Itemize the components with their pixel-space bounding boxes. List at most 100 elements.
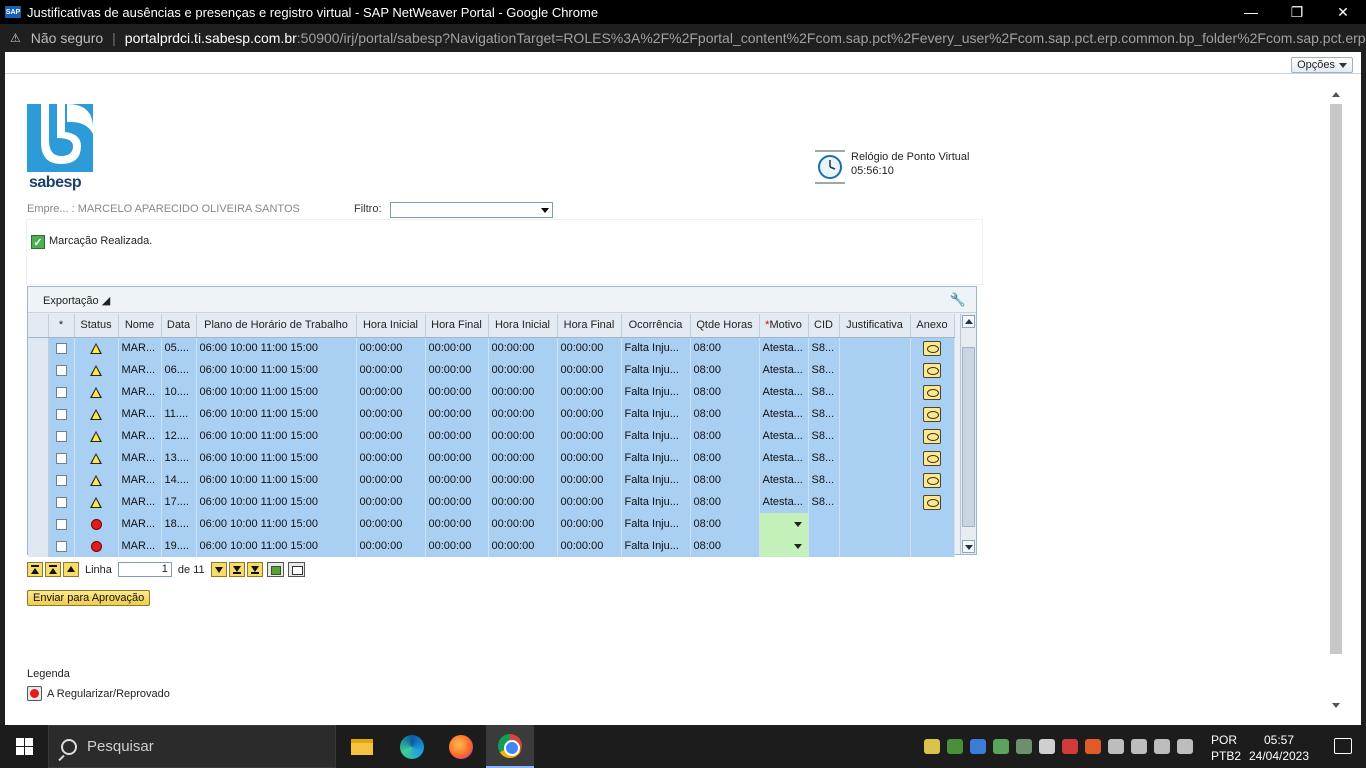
row-selector[interactable] [28, 425, 49, 447]
row-checkbox[interactable] [55, 386, 67, 398]
table-scroll-up-icon[interactable] [962, 315, 975, 328]
justificativa-cell[interactable] [839, 535, 911, 557]
excel-export-icon[interactable] [266, 562, 284, 577]
anexo-cell[interactable] [910, 381, 955, 403]
row-selector[interactable] [28, 535, 49, 557]
table-row[interactable]: MAR... 11.... 06:00 10:00 11:00 15:00 00:00… [28, 403, 955, 425]
tray-app-icon[interactable] [1062, 739, 1078, 754]
col-header[interactable]: Status [74, 314, 119, 338]
justificativa-cell[interactable] [839, 403, 911, 425]
file-explorer-app[interactable] [338, 725, 386, 768]
row-selector[interactable] [28, 381, 49, 403]
minimize-button[interactable]: — [1228, 0, 1274, 24]
col-header[interactable]: Plano de Horário de Trabalho [196, 314, 357, 338]
justificativa-cell[interactable] [839, 381, 911, 403]
row-checkbox[interactable] [55, 496, 67, 508]
settings-table-icon[interactable] [287, 562, 305, 577]
table-scroll-down-icon[interactable] [962, 540, 975, 553]
col-header[interactable]: Hora Inicial [488, 314, 558, 338]
col-header[interactable]: Ocorrência [621, 314, 691, 338]
col-header[interactable]: Hora Final [425, 314, 489, 338]
tray-app-icon[interactable] [1016, 739, 1032, 754]
row-selector[interactable] [28, 513, 49, 535]
row-checkbox-cell[interactable] [48, 403, 75, 425]
tray-app-icon[interactable] [1085, 739, 1101, 754]
row-checkbox-cell[interactable] [48, 425, 75, 447]
justificativa-cell[interactable] [839, 425, 911, 447]
col-header[interactable]: Motivo [759, 314, 809, 338]
first-page-button[interactable] [27, 562, 43, 577]
anexo-cell[interactable] [910, 535, 955, 557]
row-checkbox[interactable] [55, 452, 67, 464]
bluetooth-icon[interactable] [970, 739, 986, 754]
row-selector[interactable] [28, 447, 49, 469]
row-checkbox-cell[interactable] [48, 535, 75, 557]
attachment-icon[interactable] [923, 406, 941, 422]
table-row[interactable]: MAR... 17.... 06:00 10:00 11:00 15:00 00:00… [28, 491, 955, 513]
row-checkbox-cell[interactable] [48, 491, 75, 513]
attachment-icon[interactable] [923, 472, 941, 488]
language-indicator[interactable]: POR PTB2 [1211, 732, 1241, 764]
select-all-header[interactable] [28, 314, 49, 338]
row-checkbox[interactable] [55, 364, 67, 376]
next-page-button[interactable] [228, 562, 245, 577]
taskbar-search[interactable]: Pesquisar [48, 725, 336, 768]
table-row[interactable]: MAR... 12.... 06:00 10:00 11:00 15:00 00:00… [28, 425, 955, 447]
motivo-cell[interactable]: Atesta... [759, 381, 809, 403]
table-row[interactable]: MAR... 19.... 06:00 10:00 11:00 15:00 00:00… [28, 535, 955, 557]
table-row[interactable]: MAR... 13.... 06:00 10:00 11:00 15:00 00:00… [28, 447, 955, 469]
table-scrollbar[interactable] [960, 314, 976, 554]
row-checkbox-cell[interactable] [48, 337, 75, 359]
row-checkbox[interactable] [55, 342, 67, 354]
motivo-cell[interactable]: Atesta... [759, 447, 809, 469]
edge-app[interactable] [388, 725, 436, 768]
col-header[interactable]: Anexo [910, 314, 955, 338]
table-row[interactable]: MAR... 18.... 06:00 10:00 11:00 15:00 00:00… [28, 513, 955, 535]
row-selector[interactable] [28, 491, 49, 513]
insecure-label[interactable]: Não seguro [31, 30, 103, 46]
justificativa-cell[interactable] [839, 491, 911, 513]
attachment-icon[interactable] [923, 450, 941, 466]
filter-select[interactable] [390, 202, 553, 218]
anexo-cell[interactable] [910, 403, 955, 425]
export-menu[interactable]: Exportação ◢ [43, 294, 110, 307]
table-row[interactable]: MAR... 14.... 06:00 10:00 11:00 15:00 00:00… [28, 469, 955, 491]
col-header[interactable]: Qtde Horas [690, 314, 760, 338]
row-checkbox[interactable] [55, 408, 67, 420]
justificativa-cell[interactable] [839, 359, 911, 381]
next-row-button[interactable] [210, 562, 227, 577]
restore-button[interactable]: ❐ [1274, 0, 1320, 24]
taskbar-clock[interactable]: 05:57 24/04/2023 [1247, 732, 1311, 764]
motivo-cell[interactable]: Atesta... [759, 425, 809, 447]
motivo-cell[interactable]: Atesta... [759, 337, 809, 359]
last-page-button[interactable] [246, 562, 263, 577]
motivo-cell[interactable]: Atesta... [759, 403, 809, 425]
anexo-cell[interactable] [910, 425, 955, 447]
start-button[interactable] [0, 725, 48, 768]
attachment-icon[interactable] [923, 340, 941, 356]
page-scrollbar[interactable] [1330, 88, 1344, 708]
tray-app-icon[interactable] [1039, 739, 1055, 754]
justificativa-cell[interactable] [839, 447, 911, 469]
close-window-button[interactable]: ✕ [1320, 0, 1366, 24]
previous-row-button[interactable] [63, 562, 79, 577]
attachment-icon[interactable] [923, 384, 941, 400]
row-checkbox[interactable] [55, 518, 67, 530]
row-checkbox-cell[interactable] [48, 469, 75, 491]
table-row[interactable]: MAR... 10.... 06:00 10:00 11:00 15:00 00:00… [28, 381, 955, 403]
row-checkbox-cell[interactable] [48, 381, 75, 403]
row-selector[interactable] [28, 469, 49, 491]
url-host[interactable]: portalprdci.ti.sabesp.com.br [125, 30, 297, 46]
send-for-approval-button[interactable]: Enviar para Aprovação [27, 590, 151, 606]
motivo-dropdown[interactable] [759, 535, 809, 557]
anexo-cell[interactable] [910, 469, 955, 491]
page-scroll-thumb[interactable] [1330, 104, 1342, 654]
row-checkbox-cell[interactable] [48, 513, 75, 535]
tray-app-icon[interactable] [947, 739, 963, 754]
row-selector[interactable] [28, 359, 49, 381]
row-selector[interactable] [28, 337, 49, 359]
row-checkbox[interactable] [55, 474, 67, 486]
col-header[interactable]: Hora Final [557, 314, 622, 338]
col-header[interactable]: Hora Inicial [356, 314, 426, 338]
motivo-cell[interactable]: Atesta... [759, 359, 809, 381]
